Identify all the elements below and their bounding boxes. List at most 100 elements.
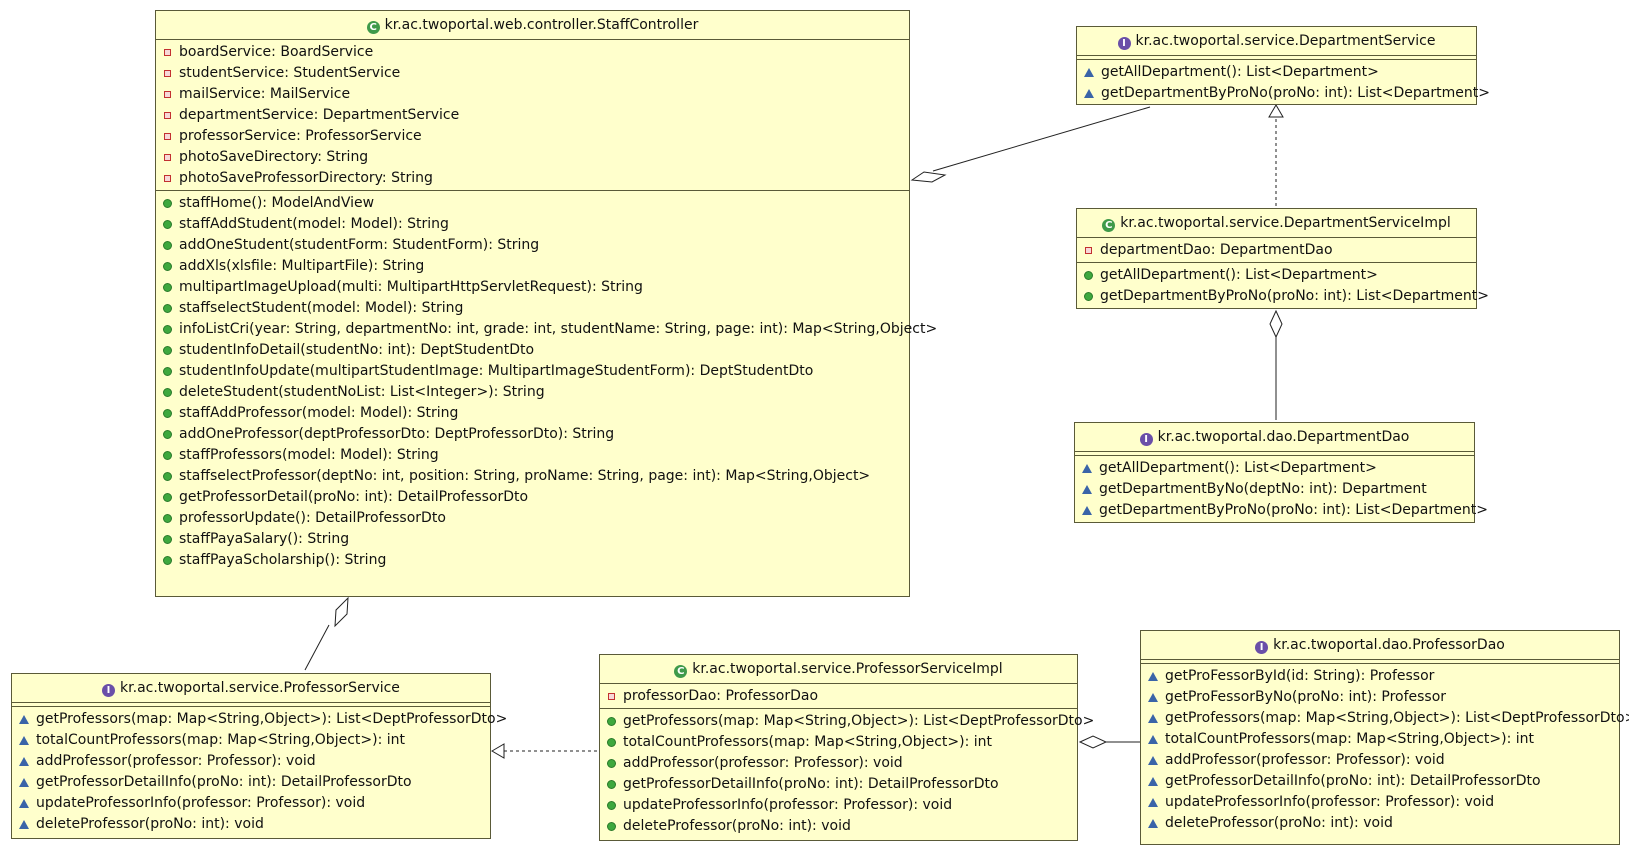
method-row[interactable]: studentInfoDetail(studentNo: int): DeptS… bbox=[156, 340, 909, 361]
abstract-method-icon bbox=[1148, 798, 1158, 807]
method-row[interactable]: deleteProfessor(proNo: int): void bbox=[1141, 813, 1619, 834]
method-row[interactable]: getProfessorDetailInfo(proNo: int): Deta… bbox=[12, 772, 490, 793]
method-row[interactable]: infoListCri(year: String, departmentNo: … bbox=[156, 319, 937, 340]
method-row[interactable]: getProFessorByNo(proNo: int): Professor bbox=[1141, 687, 1619, 708]
method-row[interactable]: getProfessorDetailInfo(proNo: int): Deta… bbox=[1141, 771, 1619, 792]
method-text: addOneProfessor(deptProfessorDto: DeptPr… bbox=[179, 426, 615, 442]
method-row[interactable]: professorUpdate(): DetailProfessorDto bbox=[156, 508, 909, 529]
field-text: professorDao: ProfessorDao bbox=[623, 688, 819, 704]
method-text: getProfessorDetail(proNo: int): DetailPr… bbox=[179, 489, 529, 505]
interface-box-professor-dao[interactable]: Ikr.ac.twoportal.dao.ProfessorDao getProF… bbox=[1140, 630, 1629, 845]
method-row[interactable]: addOneProfessor(deptProfessorDto: DeptPr… bbox=[156, 424, 909, 445]
method-text: deleteProfessor(proNo: int): void bbox=[623, 818, 851, 834]
methods-section: getProfessors(map: Map<String,Object>): … bbox=[600, 709, 1094, 838]
method-row[interactable]: getAllDepartment(): List<Department> bbox=[1077, 265, 1476, 286]
field-row[interactable]: photoSaveDirectory: String bbox=[156, 147, 909, 168]
field-row[interactable]: photoSaveProfessorDirectory: String bbox=[156, 168, 909, 189]
methods-section: getAllDepartment(): List<Department> getD… bbox=[1077, 60, 1490, 105]
abstract-method-icon bbox=[1082, 464, 1092, 473]
method-row[interactable]: staffselectProfessor(deptNo: int, positi… bbox=[156, 466, 909, 487]
method-row[interactable]: addXls(xlsfile: MultipartFile): String bbox=[156, 256, 909, 277]
method-row[interactable]: staffPayaSalary(): String bbox=[156, 529, 909, 550]
field-row[interactable]: professorDao: ProfessorDao bbox=[600, 686, 1077, 707]
field-row[interactable]: departmentService: DepartmentService bbox=[156, 105, 909, 126]
method-row[interactable]: staffAddStudent(model: Model): String bbox=[156, 214, 909, 235]
realization-arrowhead bbox=[491, 743, 505, 759]
method-row[interactable]: getProfessorDetailInfo(proNo: int): Deta… bbox=[600, 774, 1077, 795]
interface-box-professor-service[interactable]: Ikr.ac.twoportal.service.ProfessorServic… bbox=[11, 673, 507, 839]
method-text: staffProfessors(model: Model): String bbox=[179, 447, 439, 463]
method-row[interactable]: totalCountProfessors(map: Map<String,Obj… bbox=[600, 732, 1077, 753]
abstract-method-icon bbox=[1148, 819, 1158, 828]
field-text: professorService: ProfessorService bbox=[179, 128, 422, 144]
method-row[interactable]: staffProfessors(model: Model): String bbox=[156, 445, 909, 466]
method-row[interactable]: staffPayaScholarship(): String bbox=[156, 550, 909, 571]
class-header: Ikr.ac.twoportal.dao.ProfessorDao bbox=[1141, 631, 1619, 660]
method-text: deleteProfessor(proNo: int): void bbox=[36, 816, 264, 832]
method-row[interactable]: deleteProfessor(proNo: int): void bbox=[12, 814, 490, 835]
method-text: staffPayaSalary(): String bbox=[179, 531, 350, 547]
class-icon: C bbox=[366, 21, 380, 34]
method-row[interactable]: multipartImageUpload(multi: MultipartHtt… bbox=[156, 277, 909, 298]
method-row[interactable]: updateProfessorInfo(professor: Professor… bbox=[600, 795, 1077, 816]
fields-section: departmentDao: DepartmentDao bbox=[1077, 238, 1476, 263]
method-row[interactable]: studentInfoUpdate(multipartStudentImage:… bbox=[156, 361, 909, 382]
field-row[interactable]: departmentDao: DepartmentDao bbox=[1077, 240, 1476, 261]
method-row[interactable]: getAllDepartment(): List<Department> bbox=[1075, 458, 1474, 479]
class-box-department-service-impl[interactable]: Ckr.ac.twoportal.service.DepartmentServi… bbox=[1076, 208, 1489, 309]
method-text: addProfessor(professor: Professor): void bbox=[36, 753, 316, 769]
method-text: addOneStudent(studentForm: StudentForm):… bbox=[179, 237, 540, 253]
method-row[interactable]: addProfessor(professor: Professor): void bbox=[1141, 750, 1619, 771]
method-row[interactable]: getDepartmentByProNo(proNo: int): List<D… bbox=[1077, 83, 1490, 104]
abstract-method-icon bbox=[19, 799, 29, 808]
method-row[interactable]: staffselectStudent(model: Model): String bbox=[156, 298, 909, 319]
class-box-staff-controller[interactable]: Ckr.ac.twoportal.web.controller.StaffCon… bbox=[155, 10, 937, 597]
method-row[interactable]: updateProfessorInfo(professor: Professor… bbox=[12, 793, 490, 814]
public-method-icon bbox=[163, 241, 172, 250]
method-row[interactable]: getDepartmentByProNo(proNo: int): List<D… bbox=[1077, 286, 1489, 307]
methods-section: getProfessors(map: Map<String,Object>): … bbox=[12, 707, 507, 836]
private-field-icon bbox=[164, 133, 171, 140]
method-text: multipartImageUpload(multi: MultipartHtt… bbox=[179, 279, 643, 295]
method-row[interactable]: getDepartmentByNo(deptNo: int): Departme… bbox=[1075, 479, 1474, 500]
private-field-icon bbox=[1085, 247, 1092, 254]
abstract-method-icon bbox=[1084, 68, 1094, 77]
method-row[interactable]: addProfessor(professor: Professor): void bbox=[600, 753, 1077, 774]
method-row[interactable]: getDepartmentByProNo(proNo: int): List<D… bbox=[1075, 500, 1488, 521]
field-row[interactable]: mailService: MailService bbox=[156, 84, 909, 105]
field-row[interactable]: boardService: BoardService bbox=[156, 42, 909, 63]
public-method-icon bbox=[163, 388, 172, 397]
interface-icon: I bbox=[1139, 433, 1153, 446]
method-text: getProfessorDetailInfo(proNo: int): Deta… bbox=[36, 774, 412, 790]
method-row[interactable]: updateProfessorInfo(professor: Professor… bbox=[1141, 792, 1619, 813]
method-row[interactable]: totalCountProfessors(map: Map<String,Obj… bbox=[1141, 729, 1619, 750]
method-text: addProfessor(professor: Professor): void bbox=[1165, 752, 1445, 768]
class-header: Ikr.ac.twoportal.service.ProfessorServic… bbox=[12, 674, 490, 703]
abstract-method-icon bbox=[19, 736, 29, 745]
abstract-method-icon bbox=[1148, 777, 1158, 786]
class-header: Ikr.ac.twoportal.dao.DepartmentDao bbox=[1075, 423, 1474, 452]
field-text: studentService: StudentService bbox=[179, 65, 401, 81]
method-row[interactable]: addOneStudent(studentForm: StudentForm):… bbox=[156, 235, 909, 256]
method-row[interactable]: getProfessors(map: Map<String,Object>): … bbox=[600, 711, 1094, 732]
field-row[interactable]: studentService: StudentService bbox=[156, 63, 909, 84]
method-row[interactable]: deleteStudent(studentNoList: List<Intege… bbox=[156, 382, 909, 403]
method-row[interactable]: staffAddProfessor(model: Model): String bbox=[156, 403, 909, 424]
method-row[interactable]: getAllDepartment(): List<Department> bbox=[1077, 62, 1476, 83]
public-method-icon bbox=[607, 717, 616, 726]
interface-box-department-service[interactable]: Ikr.ac.twoportal.service.DepartmentServi… bbox=[1076, 26, 1490, 105]
method-row[interactable]: getProfessors(map: Map<String,Object>): … bbox=[12, 709, 507, 730]
method-row[interactable]: getProFessorById(id: String): Professor bbox=[1141, 666, 1619, 687]
abstract-method-icon bbox=[1148, 672, 1158, 681]
methods-section: getAllDepartment(): List<Department> getD… bbox=[1075, 456, 1488, 522]
method-row[interactable]: getProfessorDetail(proNo: int): DetailPr… bbox=[156, 487, 909, 508]
method-row[interactable]: getProfessors(map: Map<String,Object>): … bbox=[1141, 708, 1629, 729]
method-row[interactable]: totalCountProfessors(map: Map<String,Obj… bbox=[12, 730, 490, 751]
field-row[interactable]: professorService: ProfessorService bbox=[156, 126, 909, 147]
method-row[interactable]: deleteProfessor(proNo: int): void bbox=[600, 816, 1077, 837]
aggregation-diamond bbox=[334, 596, 349, 628]
interface-box-department-dao[interactable]: Ikr.ac.twoportal.dao.DepartmentDao getAll… bbox=[1074, 422, 1488, 523]
class-box-professor-service-impl[interactable]: Ckr.ac.twoportal.service.ProfessorServic… bbox=[599, 654, 1094, 841]
method-row[interactable]: addProfessor(professor: Professor): void bbox=[12, 751, 490, 772]
method-row[interactable]: staffHome(): ModelAndView bbox=[156, 193, 909, 214]
